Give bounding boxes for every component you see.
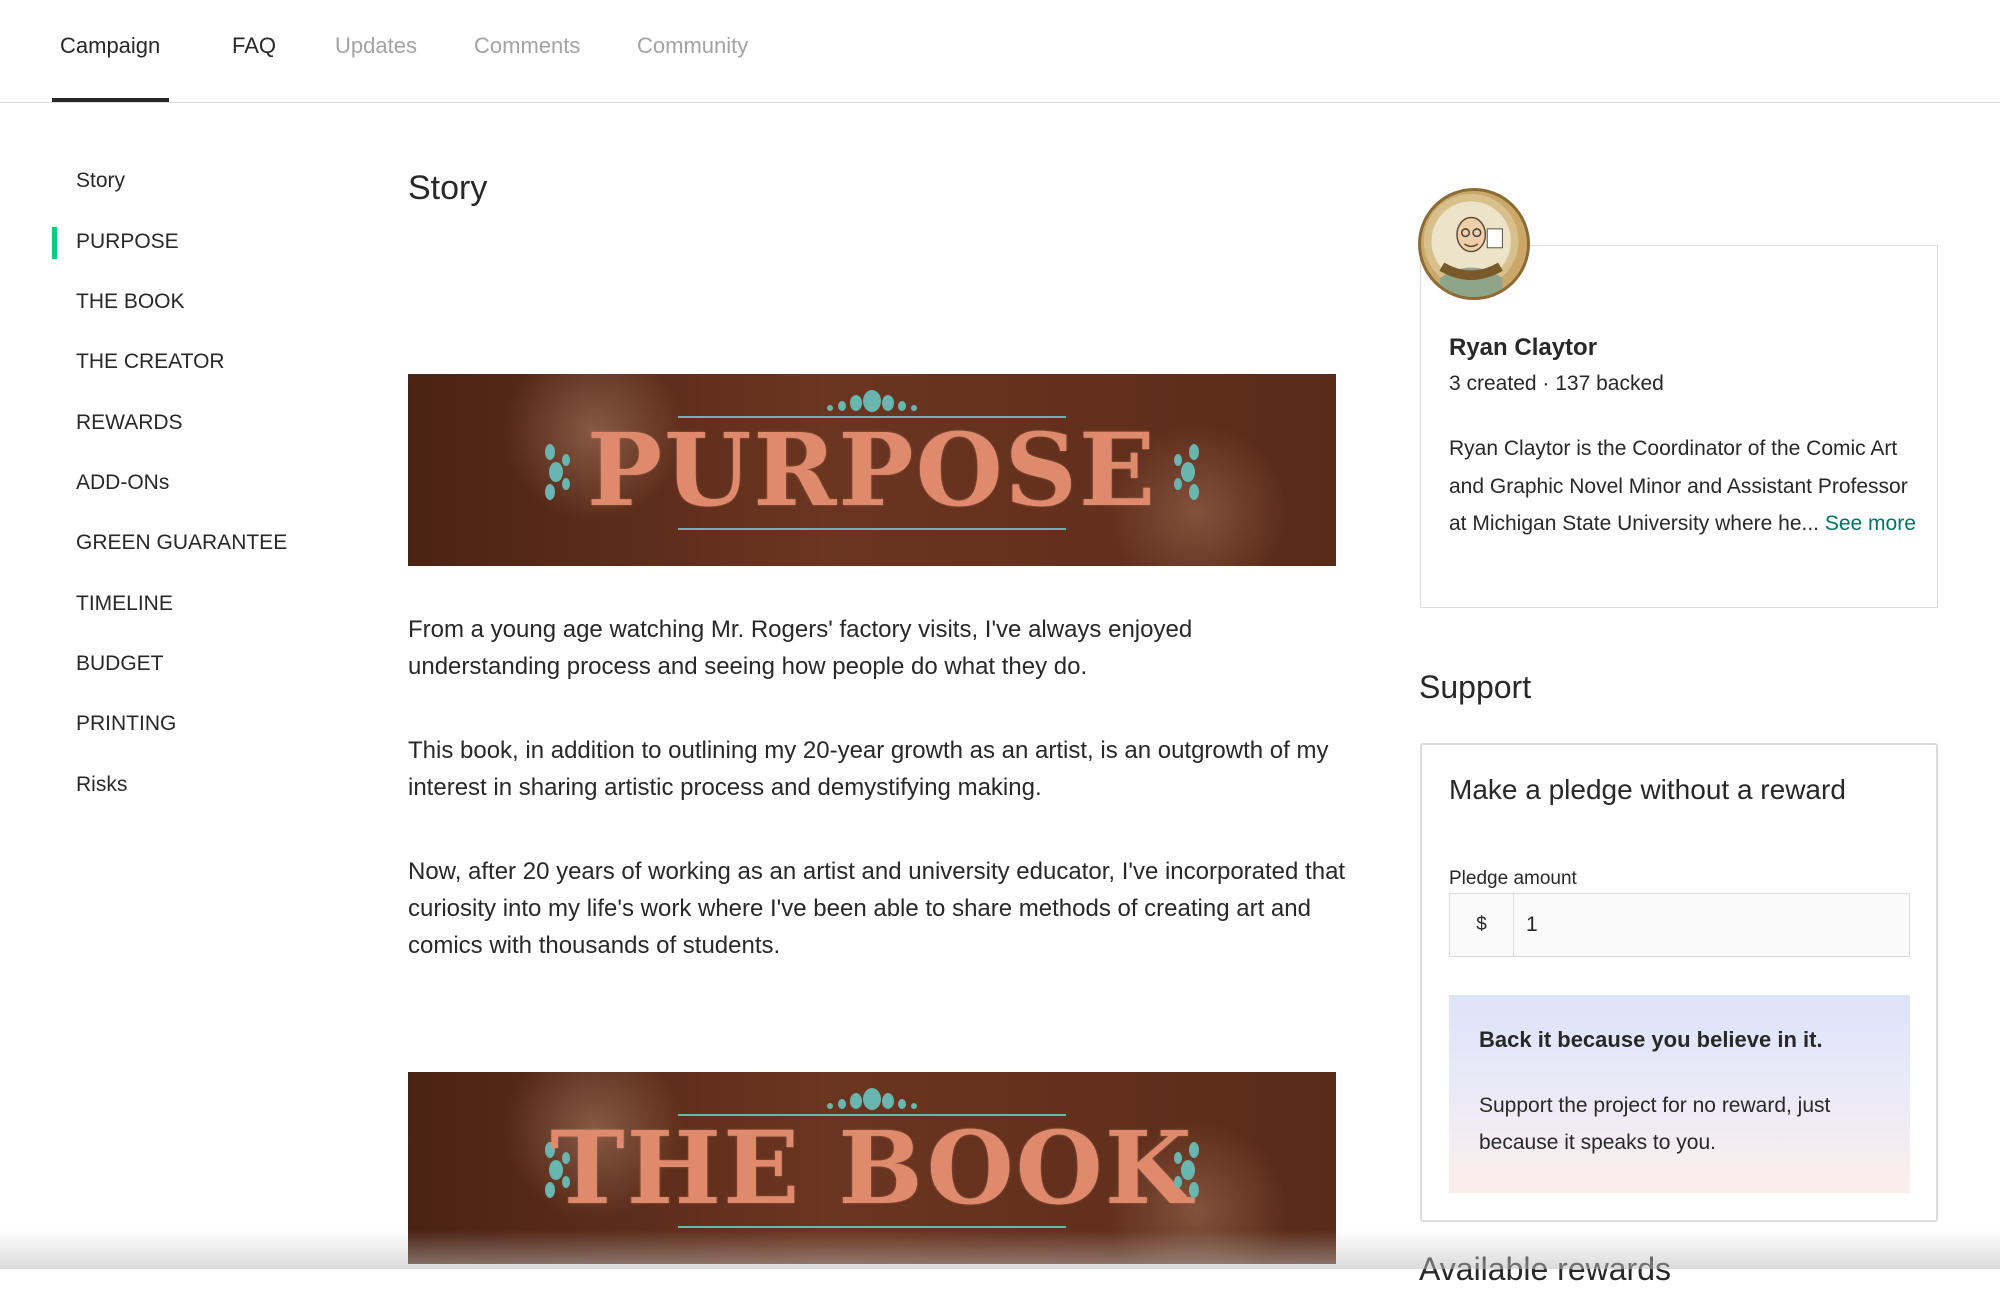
- nav-item-printing[interactable]: PRINTING: [76, 710, 176, 738]
- creator-name[interactable]: Ryan Claytor: [1449, 331, 1597, 365]
- flourish-icon: [1174, 444, 1199, 500]
- creator-avatar[interactable]: [1418, 188, 1530, 300]
- tab-updates[interactable]: Updates: [335, 30, 417, 62]
- banner-rule: [678, 1226, 1066, 1228]
- banner-rule: [678, 528, 1066, 530]
- flourish-icon: [1174, 1142, 1199, 1198]
- creator-bio: Ryan Claytor is the Coordinator of the C…: [1449, 430, 1917, 543]
- active-section-marker: [52, 227, 57, 259]
- bottom-shadow: [0, 1230, 2000, 1269]
- tab-community[interactable]: Community: [637, 30, 748, 62]
- believe-info-box: Back it because you believe in it. Suppo…: [1449, 995, 1910, 1193]
- purpose-banner: PURPOSE: [408, 374, 1336, 566]
- nav-item-timeline[interactable]: TIMELINE: [76, 590, 173, 618]
- nav-item-add-ons[interactable]: ADD-ONs: [76, 469, 169, 497]
- nav-item-purpose[interactable]: PURPOSE: [76, 228, 179, 256]
- support-heading: Support: [1419, 669, 1532, 705]
- creator-card: [1420, 245, 1938, 608]
- project-tab-bar: Campaign FAQ Updates Comments Community: [0, 0, 2000, 103]
- see-more-link[interactable]: See more: [1825, 512, 1916, 535]
- story-paragraph: This book, in addition to outlining my 2…: [408, 737, 1329, 801]
- tab-faq[interactable]: FAQ: [232, 30, 276, 62]
- creator-stats: 3 created · 137 backed: [1449, 372, 1664, 395]
- pledge-amount-input[interactable]: [1516, 894, 1906, 956]
- believe-text: Support the project for no reward, just …: [1479, 1094, 1831, 1154]
- story-paragraph: From a young age watching Mr. Rogers' fa…: [408, 616, 1193, 680]
- tab-campaign[interactable]: Campaign: [60, 30, 160, 62]
- currency-symbol: $: [1450, 894, 1514, 956]
- story-heading: Story: [408, 169, 488, 207]
- nav-item-green-guarantee[interactable]: GREEN GUARANTEE: [76, 529, 287, 557]
- pledge-card-title: Make a pledge without a reward: [1449, 774, 1846, 805]
- nav-item-budget[interactable]: BUDGET: [76, 650, 164, 678]
- story-paragraph: Now, after 20 years of working as an art…: [408, 858, 1346, 959]
- creator-portrait-icon: [1423, 193, 1519, 297]
- active-tab-indicator: [52, 98, 169, 102]
- nav-item-the-book[interactable]: THE BOOK: [76, 288, 185, 316]
- nav-item-the-creator[interactable]: THE CREATOR: [76, 348, 225, 376]
- nav-item-rewards[interactable]: REWARDS: [76, 409, 183, 437]
- pledge-amount-label: Pledge amount: [1449, 868, 1577, 889]
- tab-comments[interactable]: Comments: [474, 30, 580, 62]
- pledge-amount-field: $: [1449, 893, 1910, 957]
- nav-item-risks[interactable]: Risks: [76, 771, 127, 799]
- believe-title: Back it because you believe in it.: [1479, 1027, 1823, 1052]
- nav-item-story[interactable]: Story: [76, 167, 125, 195]
